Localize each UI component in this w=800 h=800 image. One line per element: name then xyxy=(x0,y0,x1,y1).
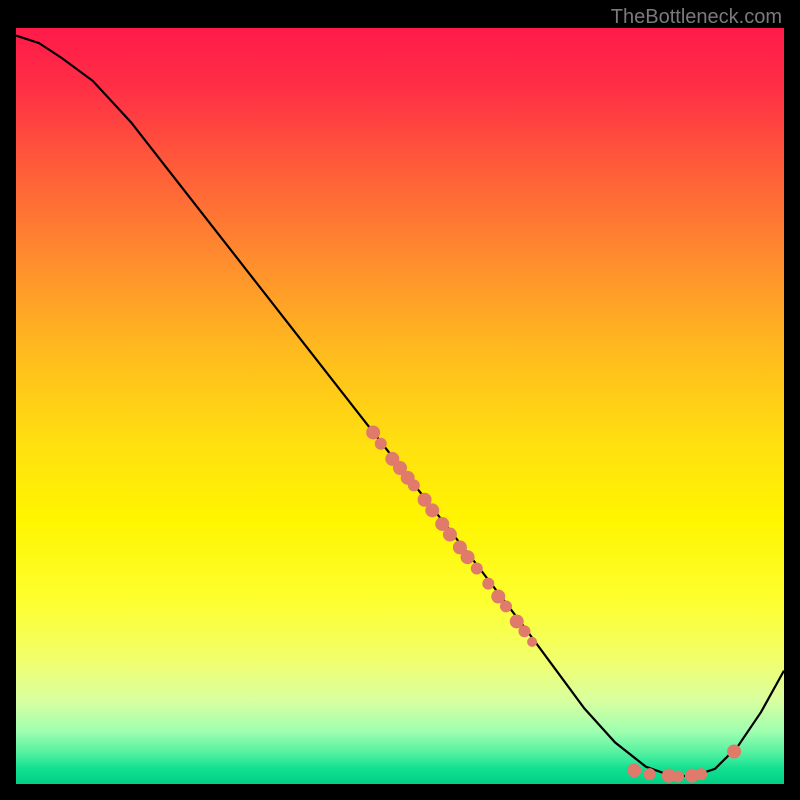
chart-data-point xyxy=(518,625,530,637)
chart-data-point xyxy=(482,578,494,590)
chart-scatter-group xyxy=(366,425,741,782)
chart-data-point xyxy=(425,503,439,517)
chart-container xyxy=(16,28,784,784)
chart-data-point xyxy=(627,763,641,777)
chart-data-point xyxy=(461,550,475,564)
chart-data-point xyxy=(471,563,483,575)
chart-data-point xyxy=(443,528,457,542)
chart-data-point xyxy=(727,744,741,758)
chart-data-point xyxy=(366,425,380,439)
chart-data-point xyxy=(500,600,512,612)
chart-data-point xyxy=(527,637,537,647)
chart-data-point xyxy=(695,768,707,780)
chart-svg xyxy=(16,28,784,784)
chart-data-point xyxy=(375,438,387,450)
chart-data-point xyxy=(408,479,420,491)
chart-data-point xyxy=(672,770,684,782)
watermark-text: TheBottleneck.com xyxy=(611,6,782,29)
chart-data-point xyxy=(644,768,656,780)
chart-line xyxy=(16,36,784,777)
